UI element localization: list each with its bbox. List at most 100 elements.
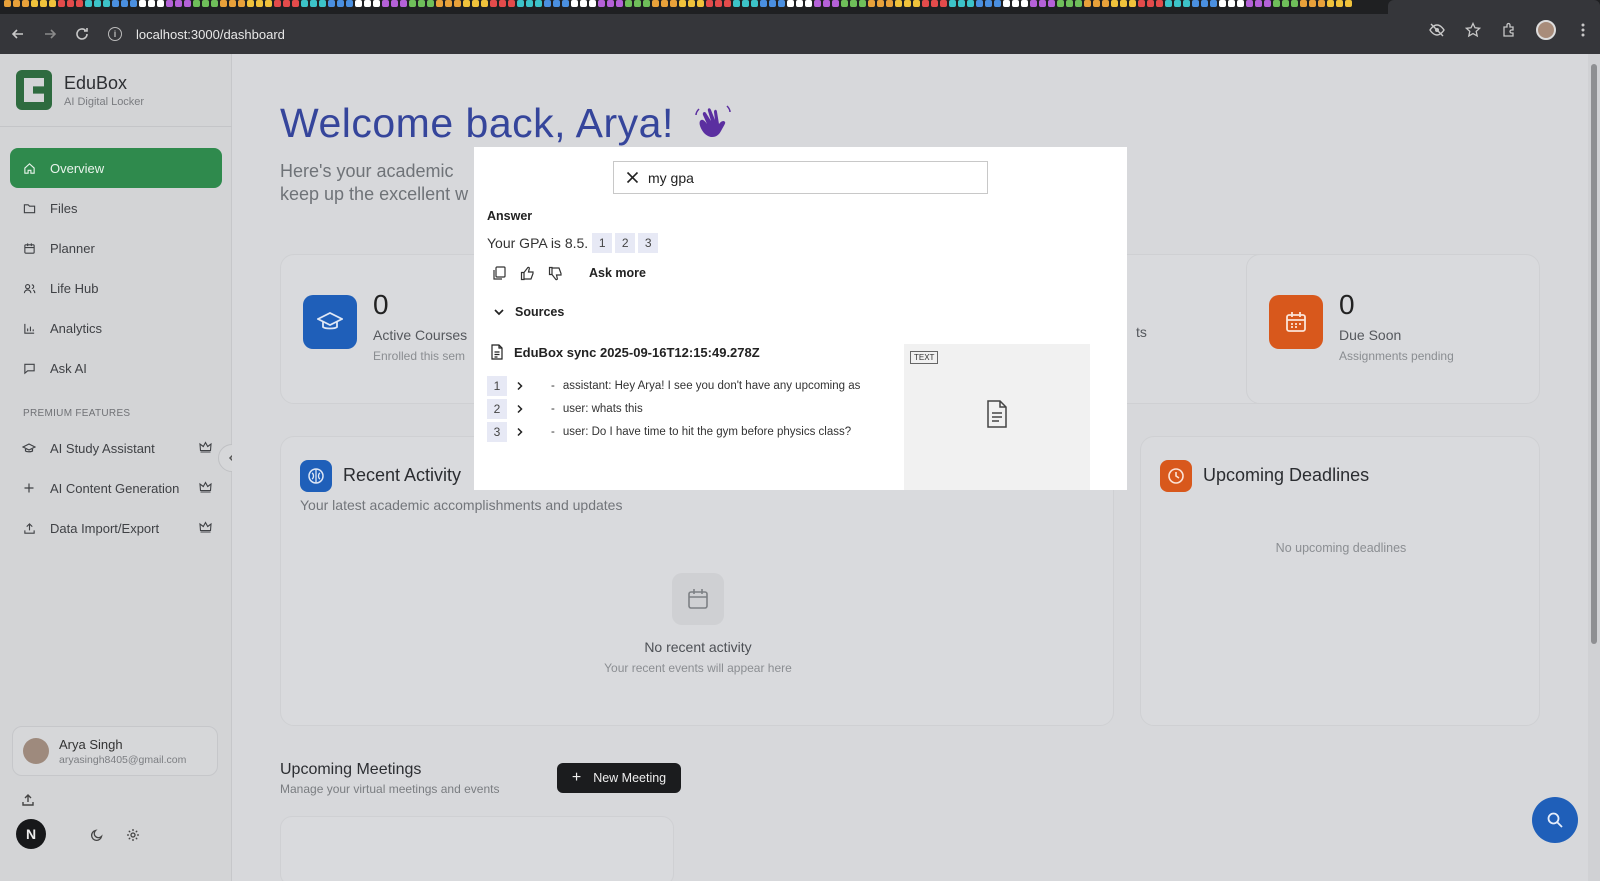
- tab-favicon[interactable]: [616, 0, 623, 7]
- ask-more-button[interactable]: Ask more: [589, 266, 646, 280]
- tab-favicon[interactable]: [904, 0, 911, 7]
- tab-favicon[interactable]: [733, 0, 740, 7]
- back-icon[interactable]: [4, 20, 32, 48]
- tab-favicon[interactable]: [4, 0, 11, 7]
- tab-favicon[interactable]: [994, 0, 1001, 7]
- profile-avatar-icon[interactable]: [1536, 20, 1556, 40]
- tab-favicon[interactable]: [103, 0, 110, 7]
- tab-favicon[interactable]: [949, 0, 956, 7]
- tab-favicon[interactable]: [1228, 0, 1235, 7]
- tab-favicon[interactable]: [1336, 0, 1343, 7]
- tab-favicon[interactable]: [1255, 0, 1262, 7]
- tab-favicon[interactable]: [697, 0, 704, 7]
- tab-favicon[interactable]: [652, 0, 659, 7]
- tab-favicon[interactable]: [850, 0, 857, 7]
- tab-favicon[interactable]: [58, 0, 65, 7]
- tab-favicon[interactable]: [1120, 0, 1127, 7]
- tab-favicon[interactable]: [1030, 0, 1037, 7]
- sidebar-item-files[interactable]: Files: [10, 188, 222, 228]
- tab-favicon[interactable]: [1192, 0, 1199, 7]
- tab-favicon[interactable]: [184, 0, 191, 7]
- tab-favicon[interactable]: [139, 0, 146, 7]
- tab-favicon[interactable]: [1102, 0, 1109, 7]
- tab-favicon[interactable]: [1246, 0, 1253, 7]
- tab-favicon[interactable]: [670, 0, 677, 7]
- tab-favicon[interactable]: [1003, 0, 1010, 7]
- source-row[interactable]: 1 - assistant: Hey Arya! I see you don't…: [487, 374, 885, 397]
- tab-favicon[interactable]: [166, 0, 173, 7]
- tab-favicon[interactable]: [634, 0, 641, 7]
- tab-favicon[interactable]: [598, 0, 605, 7]
- tab-favicon[interactable]: [1138, 0, 1145, 7]
- tab-favicon[interactable]: [877, 0, 884, 7]
- tab-favicon[interactable]: [319, 0, 326, 7]
- tab-favicon[interactable]: [22, 0, 29, 7]
- forward-icon[interactable]: [36, 20, 64, 48]
- tab-favicon[interactable]: [328, 0, 335, 7]
- tab-favicon[interactable]: [544, 0, 551, 7]
- tab-favicon[interactable]: [571, 0, 578, 7]
- tab-favicon[interactable]: [373, 0, 380, 7]
- sidebar-item-planner[interactable]: Planner: [10, 228, 222, 268]
- tab-favicon[interactable]: [481, 0, 488, 7]
- chevron-right-icon[interactable]: [515, 404, 525, 414]
- tab-favicon[interactable]: [1318, 0, 1325, 7]
- tab-favicon[interactable]: [76, 0, 83, 7]
- tab-favicon[interactable]: [283, 0, 290, 7]
- tab-favicon[interactable]: [337, 0, 344, 7]
- tab-favicon[interactable]: [661, 0, 668, 7]
- tab-favicon[interactable]: [1264, 0, 1271, 7]
- tab-favicon[interactable]: [355, 0, 362, 7]
- tab-favicon[interactable]: [1093, 0, 1100, 7]
- chevron-right-icon[interactable]: [515, 381, 525, 391]
- sidebar-item-data-import-export[interactable]: Data Import/Export: [10, 508, 222, 548]
- tab-favicon[interactable]: [1273, 0, 1280, 7]
- source-row[interactable]: 2 - user: whats this: [487, 397, 885, 420]
- tab-favicon[interactable]: [193, 0, 200, 7]
- tab-favicon[interactable]: [211, 0, 218, 7]
- tab-favicon[interactable]: [580, 0, 587, 7]
- source-row[interactable]: 3 - user: Do I have time to hit the gym …: [487, 420, 885, 443]
- tab-favicon[interactable]: [445, 0, 452, 7]
- citation-chip[interactable]: 2: [615, 233, 636, 253]
- tab-favicon[interactable]: [814, 0, 821, 7]
- tab-favicon[interactable]: [868, 0, 875, 7]
- share-upload-icon[interactable]: [20, 792, 36, 808]
- tab-favicon[interactable]: [310, 0, 317, 7]
- tab-favicon[interactable]: [553, 0, 560, 7]
- tab-favicon[interactable]: [1066, 0, 1073, 7]
- tab-favicon[interactable]: [148, 0, 155, 7]
- star-icon[interactable]: [1464, 21, 1482, 39]
- tab-favicon[interactable]: [247, 0, 254, 7]
- tab-favicon[interactable]: [1156, 0, 1163, 7]
- tab-favicon[interactable]: [1282, 0, 1289, 7]
- tab-favicon[interactable]: [706, 0, 713, 7]
- tab-favicon[interactable]: [418, 0, 425, 7]
- sidebar-item-analytics[interactable]: Analytics: [10, 308, 222, 348]
- tab-favicon[interactable]: [517, 0, 524, 7]
- tab-favicon[interactable]: [13, 0, 20, 7]
- tab-favicon[interactable]: [121, 0, 128, 7]
- tab-favicon[interactable]: [499, 0, 506, 7]
- tab-favicon[interactable]: [985, 0, 992, 7]
- sidebar-item-ai-content-generation[interactable]: AI Content Generation: [10, 468, 222, 508]
- tab-favicon[interactable]: [1012, 0, 1019, 7]
- citation-chip[interactable]: 3: [638, 233, 659, 253]
- sources-toggle[interactable]: Sources: [493, 305, 564, 319]
- thumbs-down-icon[interactable]: [547, 265, 563, 281]
- menu-dots-icon[interactable]: [1574, 21, 1592, 39]
- reload-icon[interactable]: [68, 20, 96, 48]
- tab-favicon[interactable]: [31, 0, 38, 7]
- tab-favicon[interactable]: [886, 0, 893, 7]
- n-badge-icon[interactable]: N: [16, 819, 46, 849]
- tab-favicon[interactable]: [67, 0, 74, 7]
- tab-favicon[interactable]: [409, 0, 416, 7]
- tab-favicon[interactable]: [427, 0, 434, 7]
- tab-favicon[interactable]: [832, 0, 839, 7]
- tab-favicon[interactable]: [688, 0, 695, 7]
- sidebar-item-ai-study-assistant[interactable]: AI Study Assistant: [10, 428, 222, 468]
- tab-favicon[interactable]: [274, 0, 281, 7]
- tab-favicon[interactable]: [130, 0, 137, 7]
- tab-favicon[interactable]: [1327, 0, 1334, 7]
- tab-favicon[interactable]: [265, 0, 272, 7]
